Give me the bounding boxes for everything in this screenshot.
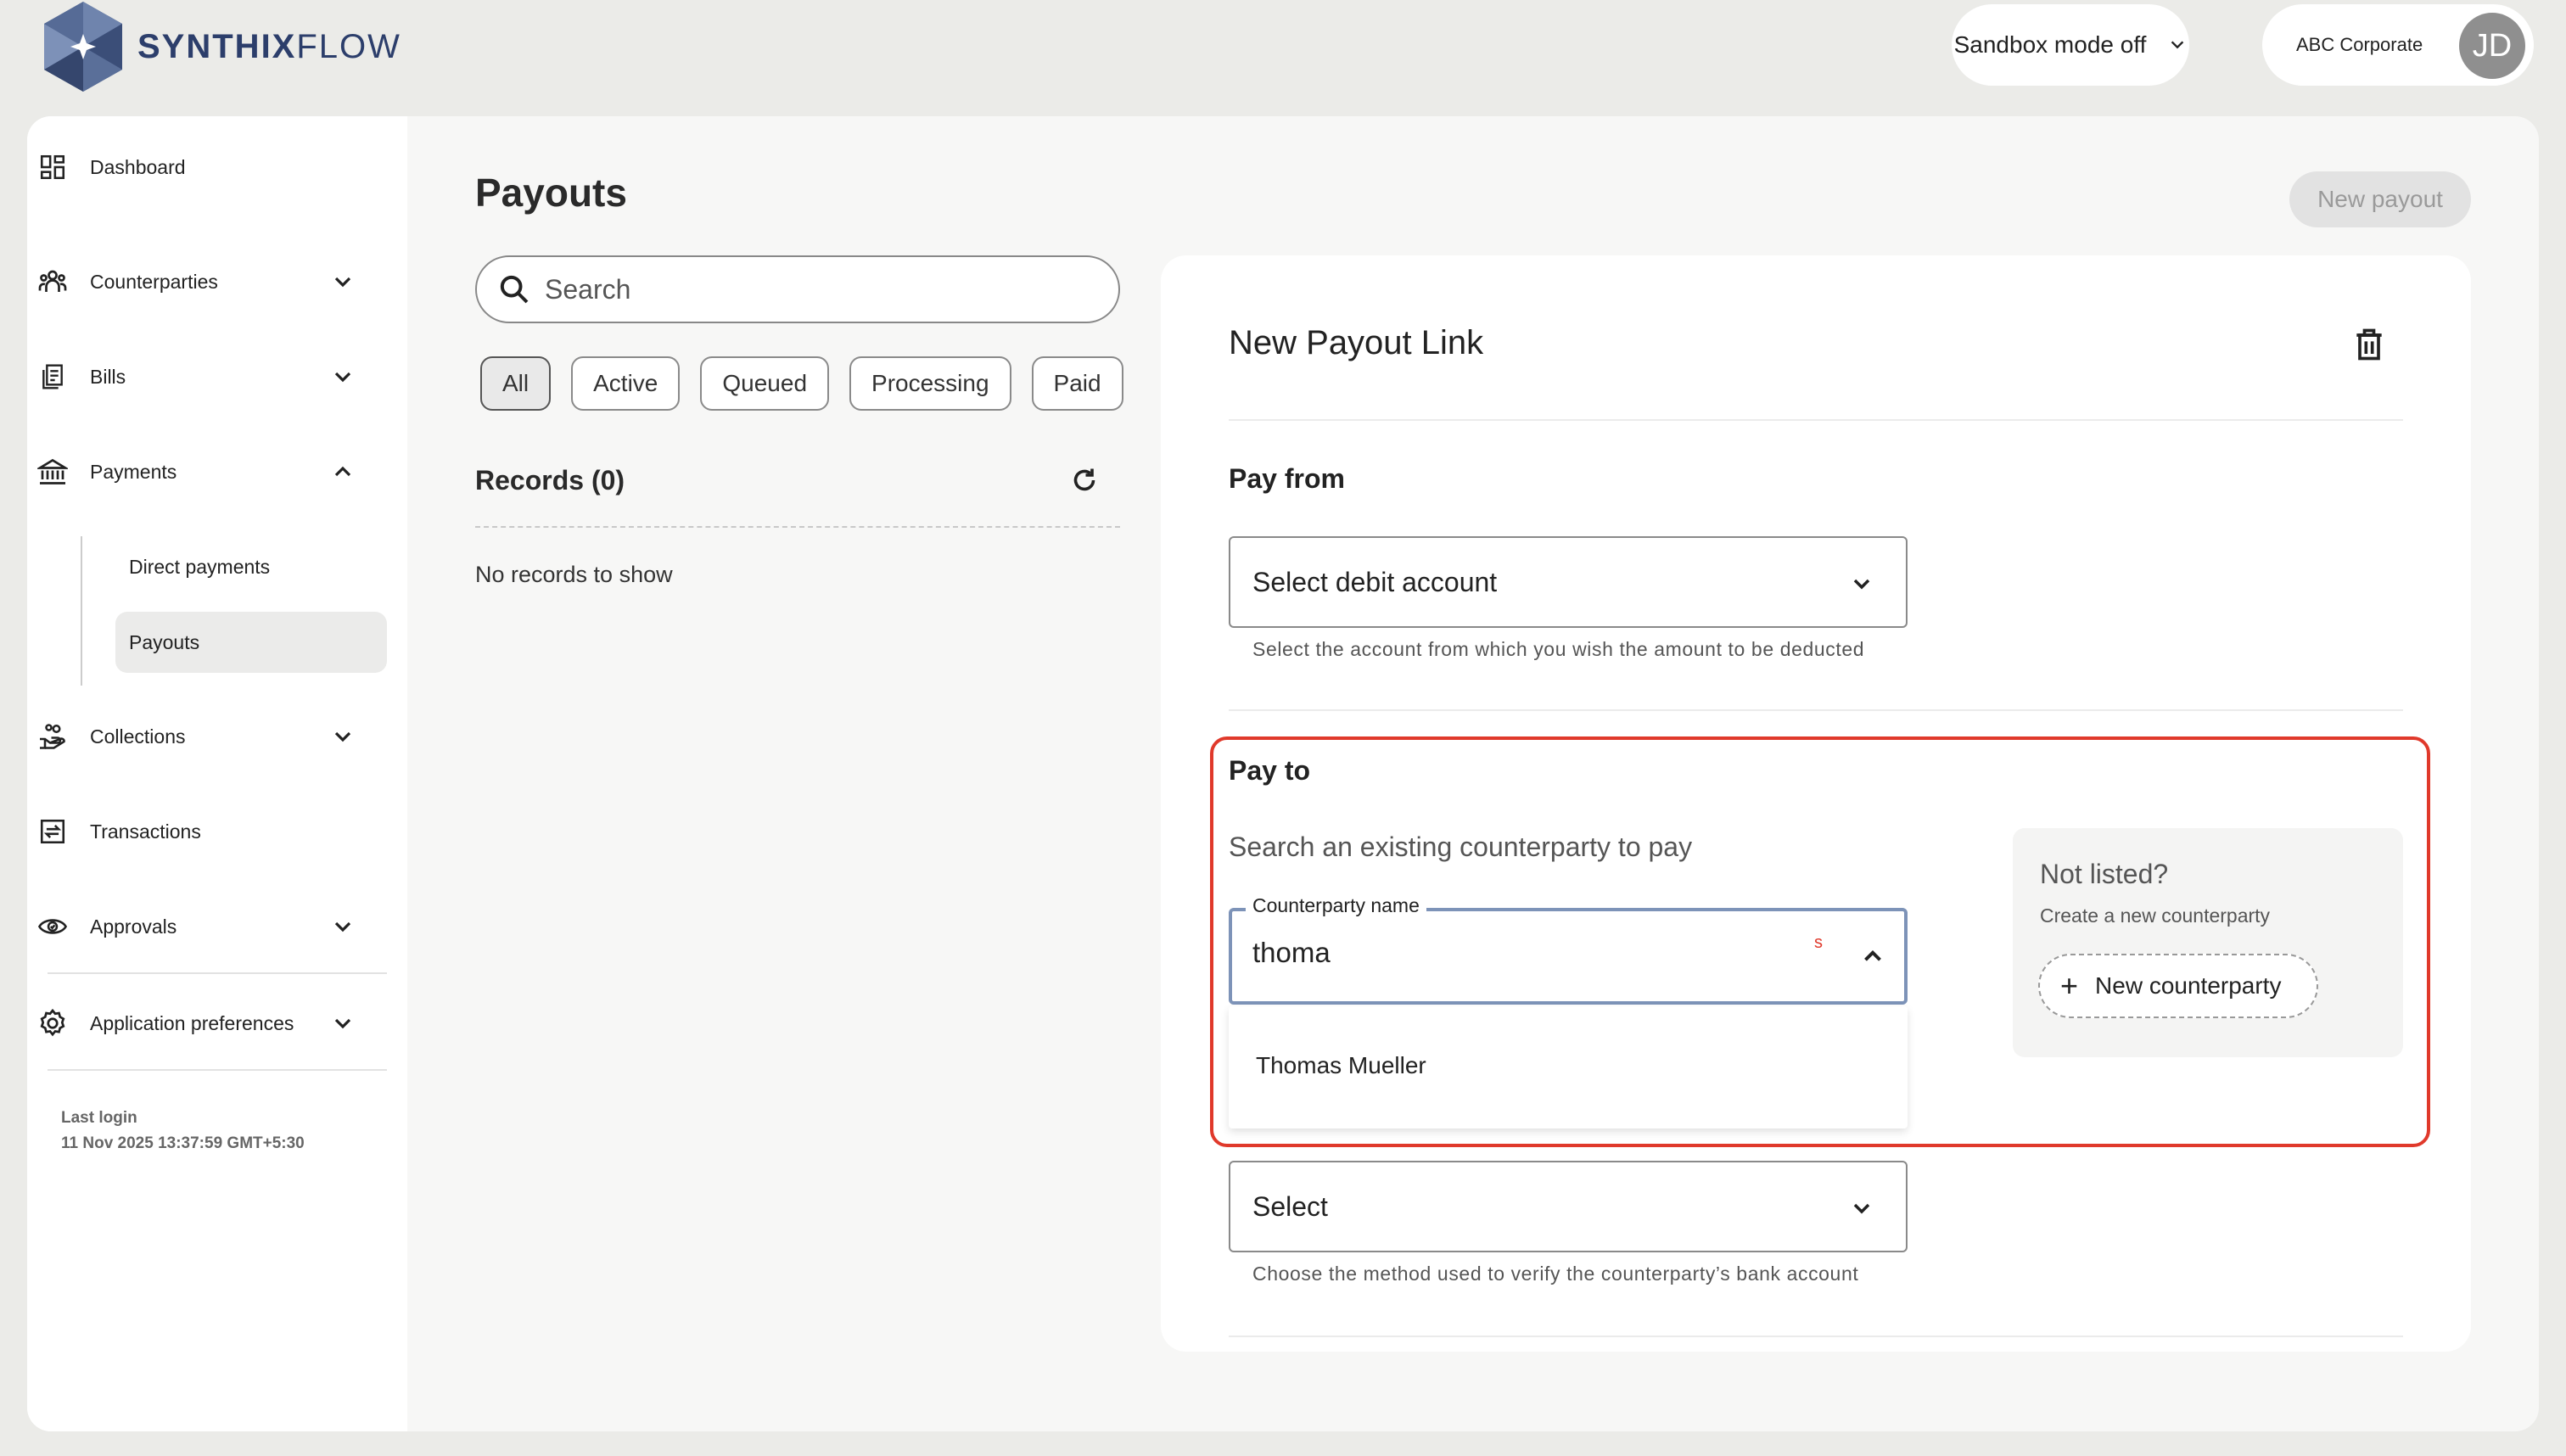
- sidebar-divider: [48, 1069, 387, 1071]
- sidebar-item-dashboard[interactable]: Dashboard: [34, 142, 373, 193]
- settings-icon: [34, 1005, 71, 1042]
- card-divider: [1229, 1336, 2403, 1337]
- filter-chip-paid[interactable]: Paid: [1031, 356, 1123, 411]
- debit-account-select[interactable]: Select debit account: [1229, 536, 1908, 628]
- brand-logo: SYNTHIXFLOW: [39, 0, 401, 93]
- last-login-value: 11 Nov 2025 13:37:59 GMT+5:30: [61, 1134, 305, 1152]
- sidebar-item-payouts[interactable]: Payouts: [115, 612, 387, 673]
- eye-icon: [34, 908, 71, 945]
- debit-account-value: Select debit account: [1252, 566, 1498, 597]
- sidebar-item-label: Bills: [90, 365, 126, 388]
- search-box[interactable]: [475, 255, 1120, 323]
- records-divider: [475, 526, 1120, 528]
- empty-state-text: No records to show: [475, 562, 673, 587]
- chevron-down-icon: [334, 921, 351, 932]
- last-login-label: Last login: [61, 1109, 137, 1127]
- people-icon: [34, 263, 71, 300]
- chevron-down-icon: [334, 731, 351, 742]
- refresh-icon[interactable]: [1069, 465, 1100, 496]
- chevron-down-icon: [1853, 1203, 1870, 1214]
- avatar[interactable]: JD: [2459, 13, 2525, 79]
- verification-method-select[interactable]: Select: [1229, 1161, 1908, 1252]
- submenu-line: [81, 536, 82, 686]
- pay-to-highlight: [1210, 736, 2430, 1147]
- dashboard-icon: [34, 148, 71, 186]
- chevron-down-icon: [1853, 579, 1870, 590]
- chevron-down-icon: [334, 1018, 351, 1029]
- sidebar-item-approvals[interactable]: Approvals: [34, 901, 373, 952]
- transfer-icon: [34, 813, 71, 850]
- sidebar-subitem-label: Direct payments: [129, 555, 271, 578]
- verification-method-value: Select: [1252, 1190, 1328, 1222]
- pay-from-heading: Pay from: [1229, 463, 1345, 494]
- sandbox-mode-dropdown[interactable]: Sandbox mode off: [1952, 4, 2189, 86]
- status-filters: All Active Queued Processing Paid: [480, 356, 1123, 411]
- records-count: Records (0): [475, 465, 625, 496]
- sidebar-item-bills[interactable]: Bills: [34, 351, 373, 402]
- sidebar-divider: [48, 972, 387, 974]
- search-input[interactable]: [545, 273, 1088, 305]
- sidebar-item-transactions[interactable]: Transactions: [34, 806, 373, 857]
- filter-chip-queued[interactable]: Queued: [700, 356, 830, 411]
- account-menu[interactable]: ABC Corporate JD: [2262, 4, 2534, 86]
- bills-icon: [34, 358, 71, 395]
- card-title: New Payout Link: [1229, 324, 1484, 361]
- sidebar-item-label: Payments: [90, 460, 177, 483]
- chevron-down-icon: [334, 372, 351, 383]
- card-divider: [1229, 709, 2403, 711]
- sidebar-item-label: Transactions: [90, 820, 201, 843]
- filter-chip-processing[interactable]: Processing: [849, 356, 1011, 411]
- verification-helper: Choose the method used to verify the cou…: [1252, 1263, 1859, 1285]
- chevron-up-icon: [334, 466, 351, 477]
- filter-chip-all[interactable]: All: [480, 356, 552, 411]
- brand-name: SYNTHIXFLOW: [137, 27, 401, 65]
- sidebar-item-counterparties[interactable]: Counterparties: [34, 256, 373, 307]
- chevron-down-icon: [2171, 41, 2184, 49]
- logo-hexagon-icon: [44, 2, 122, 92]
- sidebar-item-payments[interactable]: Payments: [34, 446, 373, 497]
- page-title: Payouts: [475, 171, 627, 215]
- search-icon: [500, 275, 529, 304]
- sidebar-subitem-label: Payouts: [129, 630, 200, 653]
- new-payout-button[interactable]: New payout: [2289, 171, 2471, 227]
- sidebar-item-label: Collections: [90, 725, 186, 748]
- sandbox-mode-label: Sandbox mode off: [1953, 31, 2147, 58]
- hand-coins-icon: [34, 718, 71, 755]
- sidebar-item-application-preferences[interactable]: Application preferences: [34, 998, 373, 1049]
- sidebar-item-label: Dashboard: [90, 155, 186, 178]
- last-login: Last login 11 Nov 2025 13:37:59 GMT+5:30: [61, 1106, 305, 1156]
- sidebar-item-label: Approvals: [90, 915, 177, 938]
- debit-account-helper: Select the account from which you wish t…: [1252, 638, 1865, 660]
- chevron-down-icon: [334, 277, 351, 288]
- trash-icon[interactable]: [2350, 326, 2388, 363]
- bank-icon: [34, 453, 71, 490]
- sidebar-item-label: Counterparties: [90, 270, 218, 293]
- sidebar: [27, 116, 407, 1431]
- sidebar-item-direct-payments[interactable]: Direct payments: [115, 536, 387, 597]
- company-name: ABC Corporate: [2296, 34, 2423, 55]
- sidebar-item-label: Application preferences: [90, 1011, 294, 1034]
- sidebar-item-collections[interactable]: Collections: [34, 711, 373, 762]
- card-divider: [1229, 419, 2403, 421]
- filter-chip-active[interactable]: Active: [571, 356, 681, 411]
